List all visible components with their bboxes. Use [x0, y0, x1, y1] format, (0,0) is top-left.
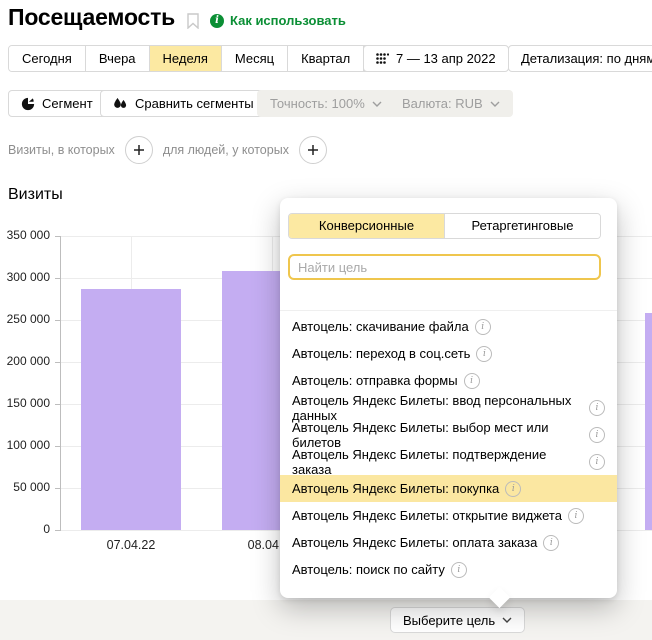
goal-search-input[interactable]: [288, 254, 601, 280]
y-axis-tick: [55, 362, 60, 363]
visits-filter-label: Визиты, в которых: [8, 143, 115, 157]
bar-col-5[interactable]: [645, 313, 652, 530]
goal-label: Автоцель: отправка формы: [292, 373, 458, 388]
period-tab-Месяц[interactable]: Месяц: [222, 46, 288, 71]
info-icon[interactable]: i: [589, 454, 605, 470]
compare-segments-label: Сравнить сегменты: [135, 96, 254, 111]
goal-tab-Конверсионные[interactable]: Конверсионные: [289, 214, 444, 238]
goal-label: Автоцель Яндекс Билеты: выбор мест или б…: [292, 420, 583, 450]
how-to-use-label: Как использовать: [230, 13, 346, 28]
goal-list-item[interactable]: Автоцель Яндекс Билеты: оплата заказа i: [280, 529, 617, 556]
y-axis-line: [60, 236, 61, 531]
goal-list: Автоцель: скачивание файлаiАвтоцель: пер…: [280, 313, 617, 583]
footer-bar: [0, 600, 652, 640]
y-axis-tick: [55, 278, 60, 279]
y-axis-tick: [55, 446, 60, 447]
period-tab-Неделя[interactable]: Неделя: [150, 46, 222, 71]
choose-goal-label: Выберите цель: [403, 613, 495, 628]
y-axis-tick-label: 300 000: [0, 270, 50, 284]
date-range-label: 7 — 13 апр 2022: [396, 51, 496, 66]
detail-level-label: Детализация: по дням: [521, 51, 652, 66]
info-icon[interactable]: i: [476, 346, 492, 362]
period-tab-Сегодня[interactable]: Сегодня: [9, 46, 86, 71]
accuracy-label: Точность: 100%: [270, 96, 365, 111]
choose-goal-button[interactable]: Выберите цель: [390, 607, 525, 633]
goal-list-item[interactable]: Автоцель: скачивание файла i: [280, 313, 617, 340]
info-icon[interactable]: i: [451, 562, 467, 578]
goal-list-item[interactable]: Автоцель Яндекс Билеты: покупка i: [280, 475, 617, 502]
currency-label: Валюта: RUB: [402, 96, 483, 111]
currency-button[interactable]: Валюта: RUB: [389, 90, 513, 117]
y-axis-tick-label: 200 000: [0, 354, 50, 368]
y-axis-tick-label: 350 000: [0, 228, 50, 242]
y-axis-tick: [55, 236, 60, 237]
goal-list-item[interactable]: Автоцель Яндекс Билеты: выбор мест или б…: [280, 421, 617, 448]
goal-label: Автоцель: переход в соц.сеть: [292, 346, 470, 361]
info-icon[interactable]: i: [543, 535, 559, 551]
goal-label: Автоцель Яндекс Билеты: оплата заказа: [292, 535, 537, 550]
bookmark-icon[interactable]: [187, 13, 199, 29]
goal-list-item[interactable]: Автоцель: поиск по сайту i: [280, 556, 617, 583]
x-axis-tick-label: 07.04.22: [81, 538, 181, 552]
goal-list-item[interactable]: Автоцель: переход в соц.сеть i: [280, 340, 617, 367]
y-axis-tick: [55, 488, 60, 489]
chevron-down-icon: [372, 101, 382, 107]
info-icon[interactable]: i: [589, 400, 605, 416]
goal-list-item[interactable]: Автоцель: отправка формы i: [280, 367, 617, 394]
add-people-filter-button[interactable]: [299, 136, 327, 164]
info-icon[interactable]: i: [464, 373, 480, 389]
info-icon[interactable]: i: [505, 481, 521, 497]
goal-label: Автоцель Яндекс Билеты: ввод персональны…: [292, 393, 583, 423]
goal-label: Автоцель Яндекс Билеты: открытие виджета: [292, 508, 562, 523]
popup-divider: [280, 310, 617, 311]
segment-pie-icon: [21, 97, 35, 111]
accuracy-button[interactable]: Точность: 100%: [257, 90, 395, 117]
y-axis-tick-label: 50 000: [0, 480, 50, 494]
add-visit-filter-button[interactable]: [125, 136, 153, 164]
period-tab-Вчера[interactable]: Вчера: [86, 46, 150, 71]
calendar-grid-icon: [376, 53, 389, 64]
date-range-button[interactable]: 7 — 13 апр 2022: [363, 45, 509, 72]
compare-drops-icon: [113, 97, 128, 111]
goal-list-item[interactable]: Автоцель Яндекс Билеты: открытие виджета…: [280, 502, 617, 529]
y-axis-tick-label: 100 000: [0, 438, 50, 452]
page-title: Посещаемость: [8, 4, 175, 31]
y-axis-tick: [55, 530, 60, 531]
goal-type-tabs: КонверсионныеРетаргетинговые: [288, 213, 601, 239]
goal-list-item[interactable]: Автоцель Яндекс Билеты: подтверждение за…: [280, 448, 617, 475]
goal-tab-Ретаргетинговые[interactable]: Ретаргетинговые: [444, 214, 600, 238]
period-tab-Квартал[interactable]: Квартал: [288, 46, 364, 71]
chevron-down-icon: [502, 617, 512, 623]
y-axis-tick-label: 0: [0, 522, 50, 536]
yandex-metrica-traffic-page: Посещаемость i Как использовать СегодняВ…: [0, 0, 652, 640]
filter-row: Визиты, в которых для людей, у которых: [8, 136, 327, 164]
y-axis-tick: [55, 320, 60, 321]
goal-label: Автоцель Яндекс Билеты: подтверждение за…: [292, 447, 583, 477]
goal-label: Автоцель: поиск по сайту: [292, 562, 445, 577]
detail-level-button[interactable]: Детализация: по дням: [508, 45, 652, 72]
goal-label: Автоцель Яндекс Билеты: покупка: [292, 481, 499, 496]
info-icon[interactable]: i: [568, 508, 584, 524]
y-axis-tick-label: 250 000: [0, 312, 50, 326]
goal-label: Автоцель: скачивание файла: [292, 319, 469, 334]
goal-list-item[interactable]: Автоцель Яндекс Билеты: ввод персональны…: [280, 394, 617, 421]
segment-label: Сегмент: [42, 96, 93, 111]
goal-selector-popup: КонверсионныеРетаргетинговые Автоцель: с…: [280, 198, 617, 598]
people-filter-label: для людей, у которых: [163, 143, 289, 157]
info-icon[interactable]: i: [589, 427, 605, 443]
period-tabs: СегодняВчераНеделяМесяцКварталГод: [8, 45, 412, 72]
info-green-icon: i: [210, 14, 224, 28]
bar-07.04.22[interactable]: [81, 289, 181, 530]
chart-title: Визиты: [8, 186, 63, 204]
y-axis-tick-label: 150 000: [0, 396, 50, 410]
chevron-down-icon: [490, 101, 500, 107]
y-axis-tick: [55, 404, 60, 405]
info-icon[interactable]: i: [475, 319, 491, 335]
how-to-use-link[interactable]: i Как использовать: [210, 13, 346, 28]
